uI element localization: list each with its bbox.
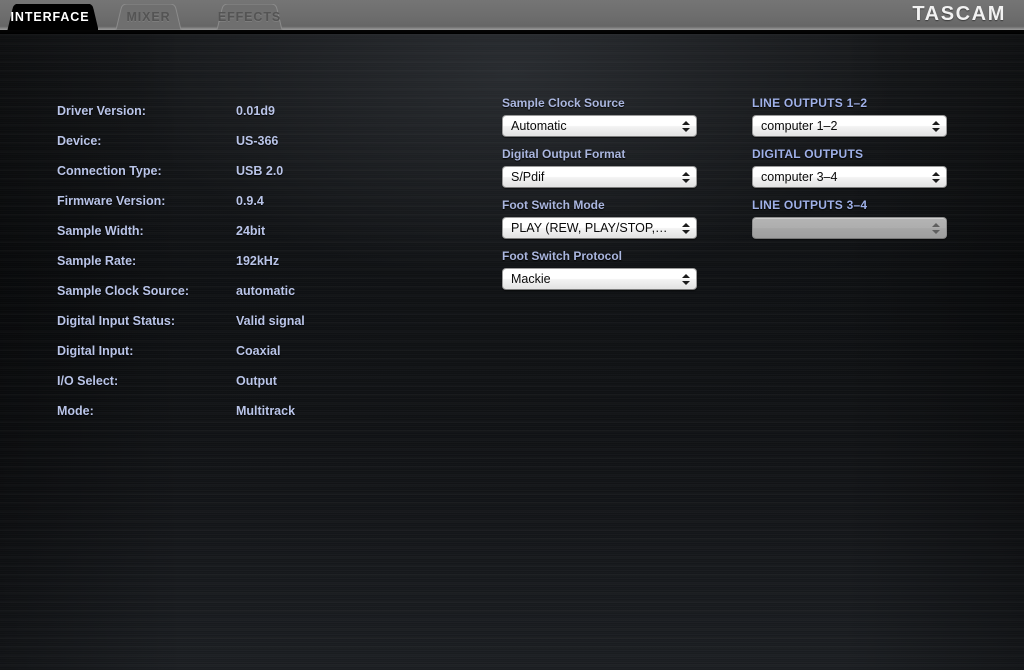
settings-column-middle: Sample Clock Source Automatic Digital Outp… bbox=[502, 96, 697, 300]
info-row: Connection Type: USB 2.0 bbox=[57, 156, 387, 186]
info-value: USB 2.0 bbox=[236, 164, 284, 178]
select-foot-switch-mode[interactable]: PLAY (REW, PLAY/STOP,… bbox=[502, 217, 697, 239]
info-row: I/O Select: Output bbox=[57, 366, 387, 396]
info-row: Device: US-366 bbox=[57, 126, 387, 156]
stepper-arrows-icon[interactable] bbox=[681, 220, 690, 236]
setting-label: LINE OUTPUTS 3–4 bbox=[752, 198, 868, 212]
settings-column-right: LINE OUTPUTS 1–2 computer 1–2 DIGITAL OUTP… bbox=[752, 96, 947, 255]
select-digital-outputs[interactable]: computer 3–4 bbox=[752, 166, 947, 188]
setting-label: Foot Switch Protocol bbox=[502, 249, 622, 263]
info-value: 0.9.4 bbox=[236, 194, 264, 208]
info-label: Sample Width: bbox=[57, 224, 144, 238]
select-value: S/Pdif bbox=[511, 170, 545, 184]
info-value: US-366 bbox=[236, 134, 279, 148]
setting-field: Foot Switch Protocol Mackie bbox=[502, 249, 697, 290]
tab-interface[interactable]: INTERFACE bbox=[2, 4, 98, 30]
title-bar: INTERFACE MIXER EFFECTS TASCAM bbox=[0, 0, 1024, 30]
setting-label: Sample Clock Source bbox=[502, 96, 625, 110]
info-label: Connection Type: bbox=[57, 164, 162, 178]
info-label: Device: bbox=[57, 134, 102, 148]
select-line-outputs-3-4 bbox=[752, 217, 947, 239]
info-label: Driver Version: bbox=[57, 104, 146, 118]
stepper-arrows-icon[interactable] bbox=[931, 169, 940, 185]
info-row: Mode: Multitrack bbox=[57, 396, 387, 426]
info-row: Digital Input: Coaxial bbox=[57, 336, 387, 366]
info-row: Firmware Version: 0.9.4 bbox=[57, 186, 387, 216]
info-label: Digital Input Status: bbox=[57, 314, 176, 328]
setting-label: DIGITAL OUTPUTS bbox=[752, 147, 864, 161]
setting-field: Digital Output Format S/Pdif bbox=[502, 147, 697, 188]
device-info-list: Driver Version: 0.01d9 Device: US-366 Connec… bbox=[57, 96, 387, 426]
select-value: Mackie bbox=[511, 272, 551, 286]
setting-field: DIGITAL OUTPUTS computer 3–4 bbox=[752, 147, 947, 188]
info-row: Sample Rate: 192kHz bbox=[57, 246, 387, 276]
tab-effects[interactable]: EFFECTS bbox=[201, 4, 298, 30]
info-value: automatic bbox=[236, 284, 296, 298]
tab-label: INTERFACE bbox=[10, 9, 90, 24]
info-value: Multitrack bbox=[236, 404, 296, 418]
info-label: Sample Clock Source: bbox=[57, 284, 189, 298]
tab-mixer[interactable]: MIXER bbox=[100, 4, 197, 30]
select-sample-clock-source[interactable]: Automatic bbox=[502, 115, 697, 137]
info-row: Digital Input Status: Valid signal bbox=[57, 306, 387, 336]
setting-field: LINE OUTPUTS 1–2 computer 1–2 bbox=[752, 96, 947, 137]
select-foot-switch-protocol[interactable]: Mackie bbox=[502, 268, 697, 290]
setting-label: Digital Output Format bbox=[502, 147, 626, 161]
setting-label: LINE OUTPUTS 1–2 bbox=[752, 96, 868, 110]
tascam-control-panel-window: INTERFACE MIXER EFFECTS TASCAM Driver Vers… bbox=[0, 0, 1024, 670]
info-value: Valid signal bbox=[236, 314, 305, 328]
info-value: 24bit bbox=[236, 224, 266, 238]
stepper-arrows-icon[interactable] bbox=[681, 169, 690, 185]
select-value: computer 3–4 bbox=[761, 170, 838, 184]
info-label: Mode: bbox=[57, 404, 94, 418]
select-value: computer 1–2 bbox=[761, 119, 838, 133]
info-row: Sample Clock Source: automatic bbox=[57, 276, 387, 306]
info-value: Output bbox=[236, 374, 277, 388]
info-row: Sample Width: 24bit bbox=[57, 216, 387, 246]
select-value: Automatic bbox=[511, 119, 567, 133]
stepper-arrows-icon[interactable] bbox=[681, 118, 690, 134]
stepper-arrows-icon[interactable] bbox=[931, 220, 940, 236]
tab-label: MIXER bbox=[126, 9, 171, 24]
select-value: PLAY (REW, PLAY/STOP,… bbox=[511, 221, 668, 235]
info-label: Sample Rate: bbox=[57, 254, 137, 268]
setting-label: Foot Switch Mode bbox=[502, 198, 605, 212]
info-value: Coaxial bbox=[236, 344, 281, 358]
info-label: Firmware Version: bbox=[57, 194, 166, 208]
info-value: 0.01d9 bbox=[236, 104, 275, 118]
stepper-arrows-icon[interactable] bbox=[931, 118, 940, 134]
setting-field: Foot Switch Mode PLAY (REW, PLAY/STOP,… bbox=[502, 198, 697, 239]
stepper-arrows-icon[interactable] bbox=[681, 271, 690, 287]
tascam-logo: TASCAM bbox=[912, 3, 1006, 25]
setting-field: LINE OUTPUTS 3–4 bbox=[752, 198, 947, 239]
info-value: 192kHz bbox=[236, 254, 280, 268]
info-row: Driver Version: 0.01d9 bbox=[57, 96, 387, 126]
select-line-outputs-1-2[interactable]: computer 1–2 bbox=[752, 115, 947, 137]
tab-label: EFFECTS bbox=[217, 9, 282, 24]
interface-panel: Driver Version: 0.01d9 Device: US-366 Connec… bbox=[0, 34, 1024, 670]
info-label: I/O Select: bbox=[57, 374, 119, 388]
select-digital-output-format[interactable]: S/Pdif bbox=[502, 166, 697, 188]
setting-field: Sample Clock Source Automatic bbox=[502, 96, 697, 137]
info-label: Digital Input: bbox=[57, 344, 134, 358]
